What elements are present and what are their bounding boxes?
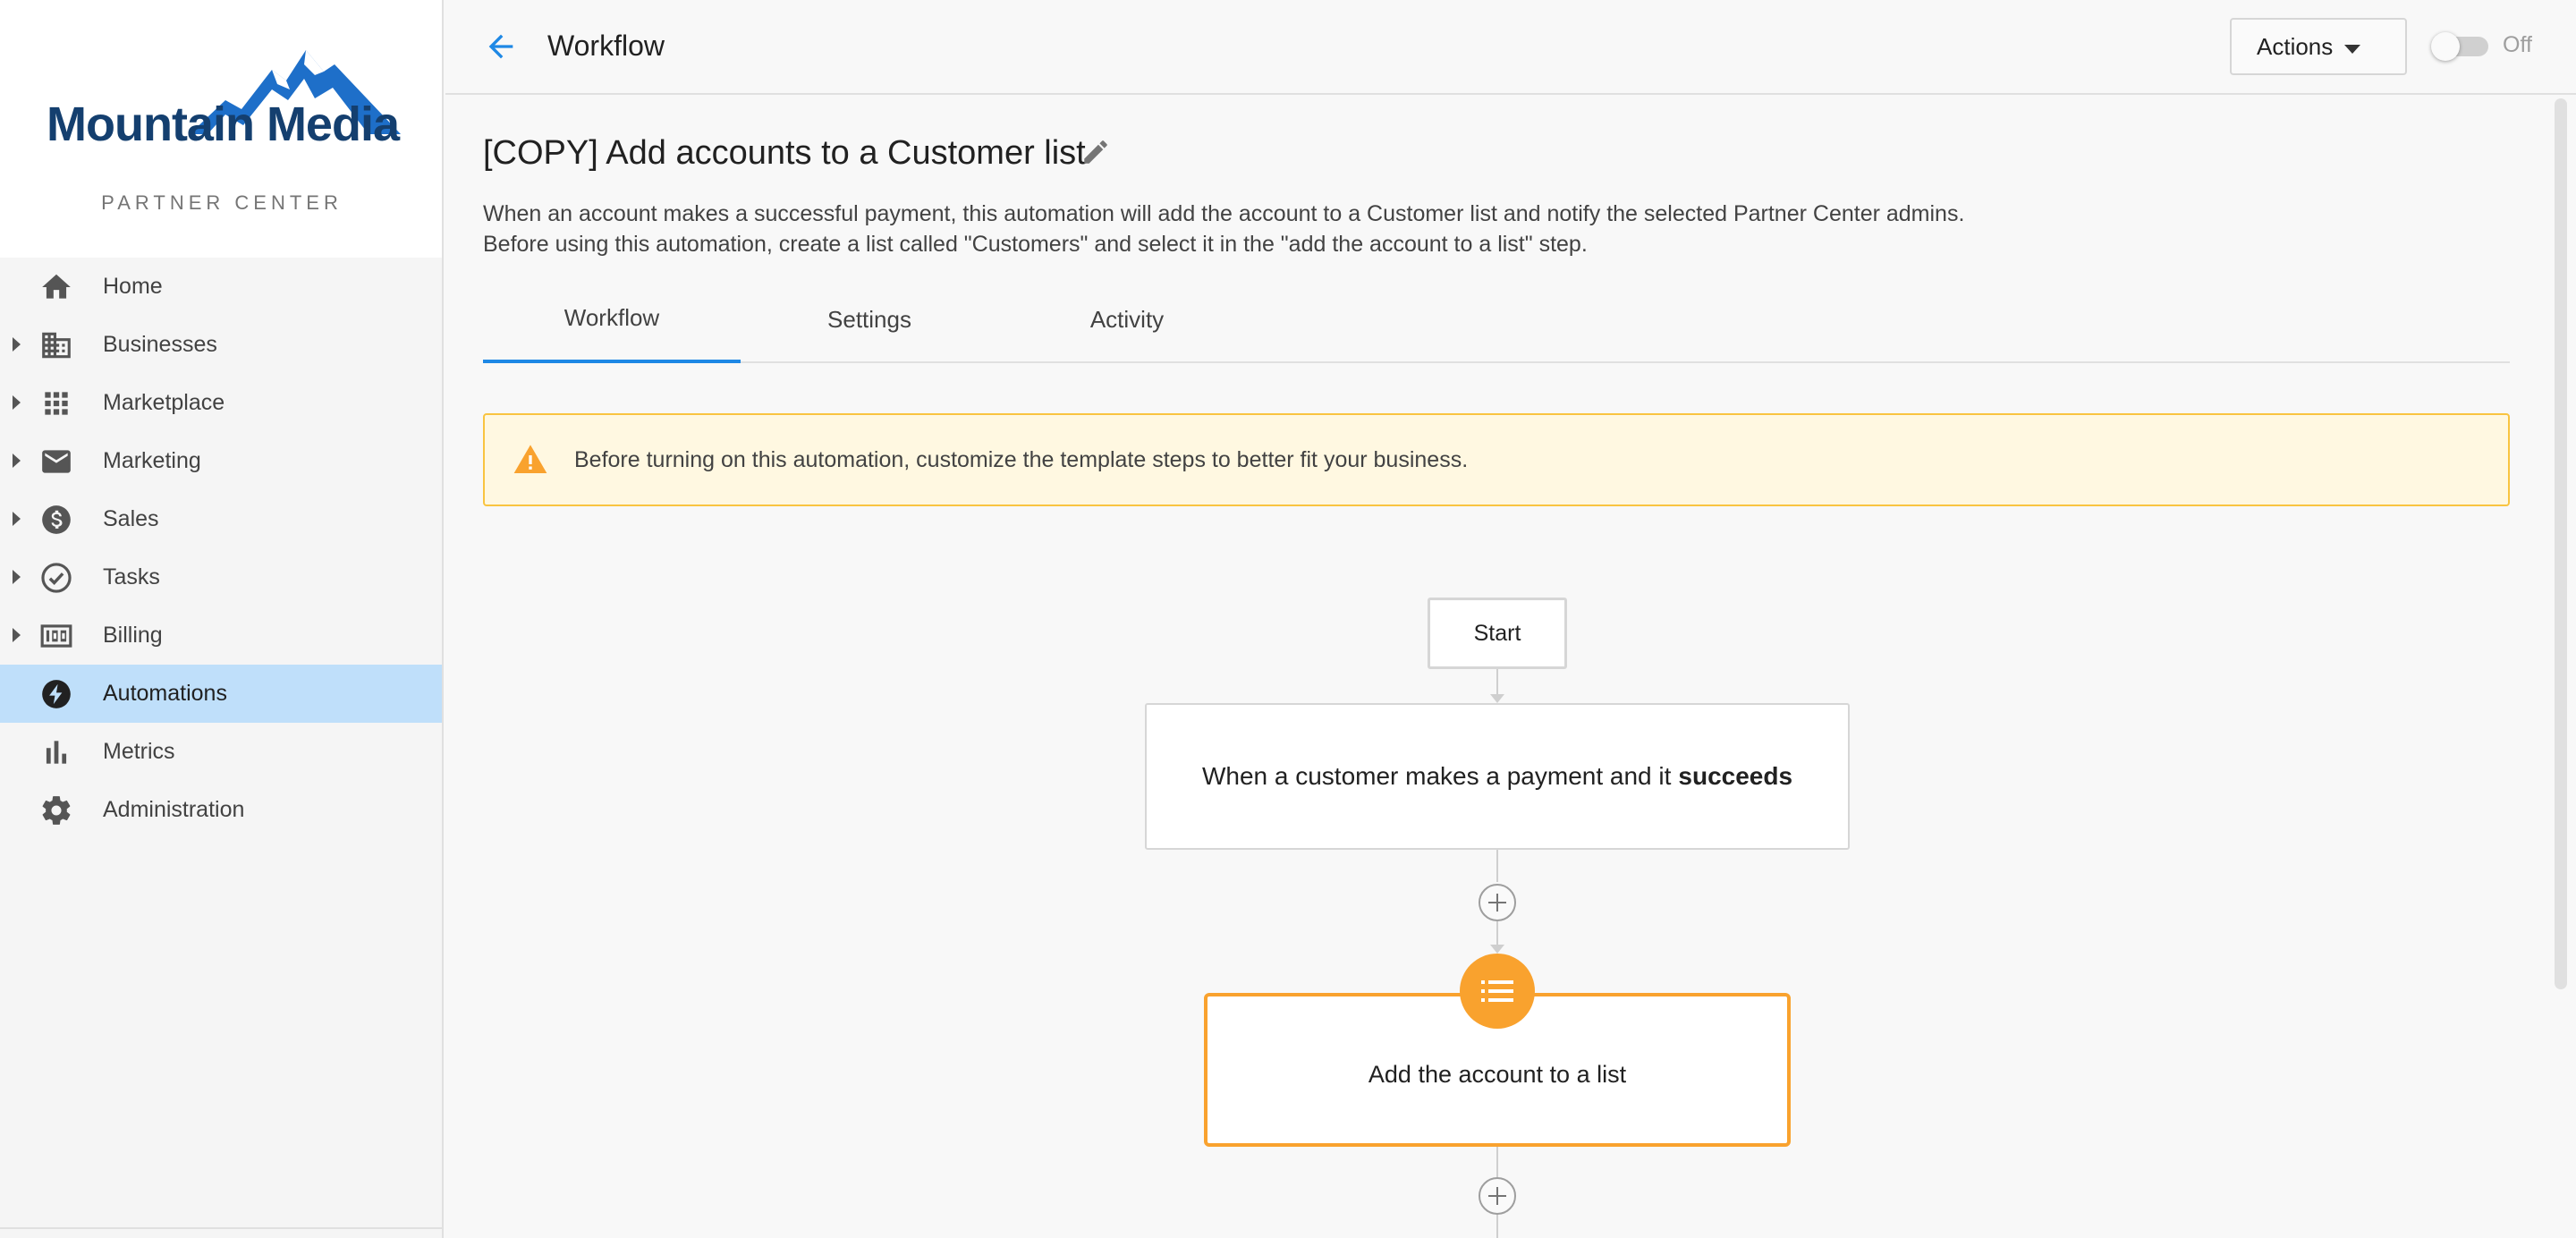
sidebar: Mountain Media PARTNER CENTER Home Busin… [0, 0, 444, 1238]
sidebar-item-label: Marketing [103, 448, 201, 473]
add-step-button[interactable] [1479, 1177, 1516, 1215]
edit-pencil-icon[interactable] [1080, 137, 1111, 167]
expand-caret-icon[interactable] [13, 628, 21, 642]
page-description: When an account makes a successful payme… [483, 201, 1965, 257]
workflow-start-node[interactable]: Start [1428, 598, 1567, 669]
connector-line [1496, 669, 1498, 696]
sidebar-item-label: Metrics [103, 739, 175, 764]
sidebar-item-label: Administration [103, 797, 245, 822]
bar-chart-icon [46, 741, 67, 764]
sidebar-item-label: Businesses [103, 332, 217, 357]
expand-caret-icon[interactable] [13, 512, 21, 526]
content-scrollbar[interactable] [2555, 98, 2567, 989]
toggle-status-label: Off [2503, 32, 2532, 57]
sidebar-item-label: Tasks [103, 564, 160, 589]
back-arrow-icon[interactable] [483, 29, 519, 64]
sidebar-item-label: Marketplace [103, 390, 225, 415]
sidebar-item-sales[interactable]: Sales [0, 490, 442, 548]
sidebar-item-label: Home [103, 274, 163, 299]
sidebar-divider [0, 1227, 442, 1229]
warning-banner: Before turning on this automation, custo… [483, 413, 2510, 506]
sidebar-item-home[interactable]: Home [0, 258, 442, 316]
connector-arrow [1490, 694, 1504, 703]
tab-workflow[interactable]: Workflow [483, 295, 741, 363]
expand-caret-icon[interactable] [13, 570, 21, 584]
topbar-title: Workflow [547, 30, 665, 62]
billing-icon [40, 624, 72, 648]
brand-subtitle: PARTNER CENTER [101, 191, 343, 214]
sidebar-item-marketplace[interactable]: Marketplace [0, 374, 442, 432]
sidebar-item-automations[interactable]: Automations [0, 665, 442, 723]
actions-dropdown-button[interactable]: Actions [2230, 18, 2407, 75]
expand-caret-icon[interactable] [13, 454, 21, 468]
list-icon [1481, 980, 1513, 1002]
sidebar-nav: Home Businesses Marketplace Marketing Sa… [0, 258, 442, 839]
expand-caret-icon[interactable] [13, 337, 21, 352]
sidebar-item-label: Automations [103, 681, 227, 706]
sidebar-item-label: Billing [103, 623, 163, 648]
tab-bar: Workflow Settings Activity [483, 295, 2510, 363]
action-type-badge [1460, 954, 1535, 1029]
building-icon [42, 332, 71, 359]
brand-logo[interactable]: Mountain Media [47, 45, 404, 152]
toggle-knob [2431, 32, 2460, 61]
tab-settings[interactable]: Settings [741, 295, 998, 363]
grid-icon [45, 392, 68, 415]
top-bar: Workflow Actions Off [445, 0, 2576, 95]
tab-activity[interactable]: Activity [998, 295, 1256, 363]
connector-line [1496, 850, 1498, 882]
actions-label: Actions [2257, 32, 2334, 60]
automation-toggle[interactable] [2431, 32, 2490, 61]
brand-header: Mountain Media PARTNER CENTER [0, 0, 442, 258]
home-icon [42, 274, 71, 299]
trigger-emphasis: succeeds [1678, 762, 1793, 790]
sidebar-item-metrics[interactable]: Metrics [0, 723, 442, 781]
mail-icon [42, 450, 71, 473]
chevron-down-icon [2344, 45, 2360, 54]
sidebar-item-tasks[interactable]: Tasks [0, 548, 442, 606]
sidebar-item-billing[interactable]: Billing [0, 606, 442, 665]
warning-text: Before turning on this automation, custo… [574, 447, 1469, 472]
add-step-button[interactable] [1479, 884, 1516, 921]
sidebar-item-marketing[interactable]: Marketing [0, 432, 442, 490]
sidebar-item-businesses[interactable]: Businesses [0, 316, 442, 374]
dollar-icon [42, 505, 71, 534]
trigger-text: When a customer makes a payment and it [1201, 762, 1672, 790]
check-circle-icon [41, 563, 72, 593]
sidebar-item-administration[interactable]: Administration [0, 781, 442, 839]
page-title: [COPY] Add accounts to a Customer list [483, 134, 1086, 172]
main-content: [COPY] Add accounts to a Customer list W… [445, 97, 2553, 1238]
warning-icon [513, 445, 547, 473]
action-label: Add the account to a list [1368, 1060, 1627, 1088]
gear-icon [42, 796, 71, 825]
bolt-icon [42, 680, 71, 708]
connector-arrow [1490, 945, 1504, 954]
brand-name: Mountain Media [47, 98, 400, 151]
expand-caret-icon[interactable] [13, 395, 21, 410]
workflow-trigger-node[interactable]: When a customer makes a payment and it s… [1145, 703, 1850, 850]
sidebar-item-label: Sales [103, 506, 159, 531]
